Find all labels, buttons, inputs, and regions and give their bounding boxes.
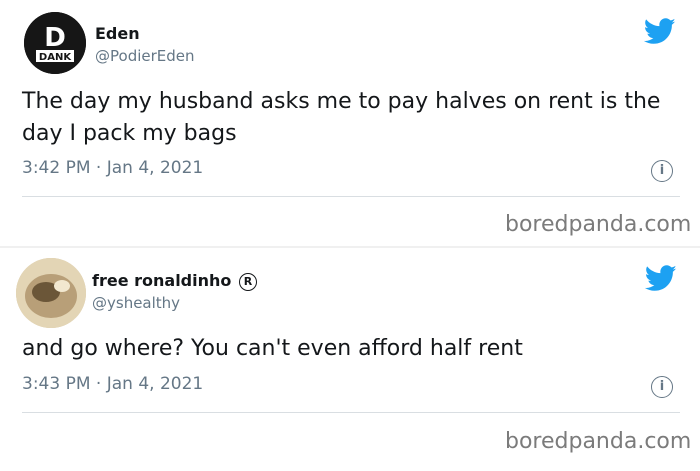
avatar-eden[interactable]: D DANK [24,12,86,74]
display-name[interactable]: free ronaldinho R [92,271,257,291]
watermark: boredpanda.com [505,212,692,237]
divider [22,196,680,197]
twitter-bird-icon[interactable] [645,265,677,292]
display-name[interactable]: Eden [95,24,140,43]
info-icon[interactable]: i [651,160,673,182]
avatar-logo-letter: D [44,23,66,53]
registered-icon: R [238,273,257,291]
avatar-logo-sub: DANK [39,52,72,63]
display-name-text[interactable]: free ronaldinho [92,271,231,290]
twitter-bird-icon[interactable] [644,18,676,45]
avatar-free-ronaldinho[interactable] [16,258,86,328]
watermark: boredpanda.com [505,429,692,454]
tweet-text: and go where? You can't even afford half… [22,336,523,361]
info-icon[interactable]: i [651,376,673,398]
tweet-timestamp[interactable]: 3:42 PM · Jan 4, 2021 [22,158,203,178]
tweet-card-1: D DANK Eden @PodierEden The day my husba… [0,0,700,248]
user-handle[interactable]: @PodierEden [95,47,195,65]
user-handle[interactable]: @yshealthy [92,294,180,312]
tweet-timestamp[interactable]: 3:43 PM · Jan 4, 2021 [22,374,203,394]
tweet-text: The day my husband asks me to pay halves… [22,89,661,146]
divider [22,412,680,413]
